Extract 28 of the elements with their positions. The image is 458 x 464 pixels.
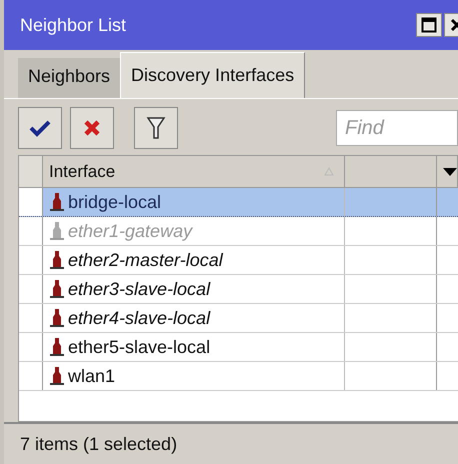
- find-field[interactable]: Find: [336, 110, 458, 146]
- sort-icon: [324, 167, 334, 176]
- filter-icon: [146, 116, 166, 140]
- interface-name: ether5-slave-local: [68, 336, 210, 358]
- disable-button[interactable]: [70, 107, 114, 149]
- interface-name: wlan1: [68, 366, 116, 386]
- interface-name: ether2-master-local: [68, 250, 223, 270]
- table-row[interactable]: bridge-local: [19, 188, 458, 217]
- table-row[interactable]: wlan1: [19, 362, 458, 391]
- maximize-button[interactable]: [416, 13, 442, 37]
- enable-button[interactable]: [18, 107, 62, 149]
- tab[interactable]: Discovery Interfaces: [120, 52, 306, 98]
- maximize-icon: [421, 17, 437, 33]
- interface-name: bridge-local: [68, 192, 162, 212]
- interface-name: ether3-slave-local: [68, 278, 210, 300]
- table-row[interactable]: ether2-master-local: [19, 246, 458, 275]
- table-row[interactable]: ether3-slave-local: [19, 275, 458, 304]
- interface-name: ether1-gateway: [68, 220, 192, 242]
- filter-button[interactable]: [134, 107, 178, 149]
- check-icon: [29, 119, 51, 137]
- dropdown-icon[interactable]: [443, 168, 457, 176]
- table-row[interactable]: ether5-slave-local: [19, 333, 458, 362]
- table-row[interactable]: ether4-slave-local: [19, 304, 458, 333]
- tab[interactable]: Neighbors: [18, 58, 120, 98]
- window-title: Neighbor List: [20, 14, 128, 36]
- cross-icon: [83, 119, 101, 137]
- status-text: 7 items (1 selected): [20, 434, 178, 454]
- interface-name: ether4-slave-local: [68, 308, 210, 328]
